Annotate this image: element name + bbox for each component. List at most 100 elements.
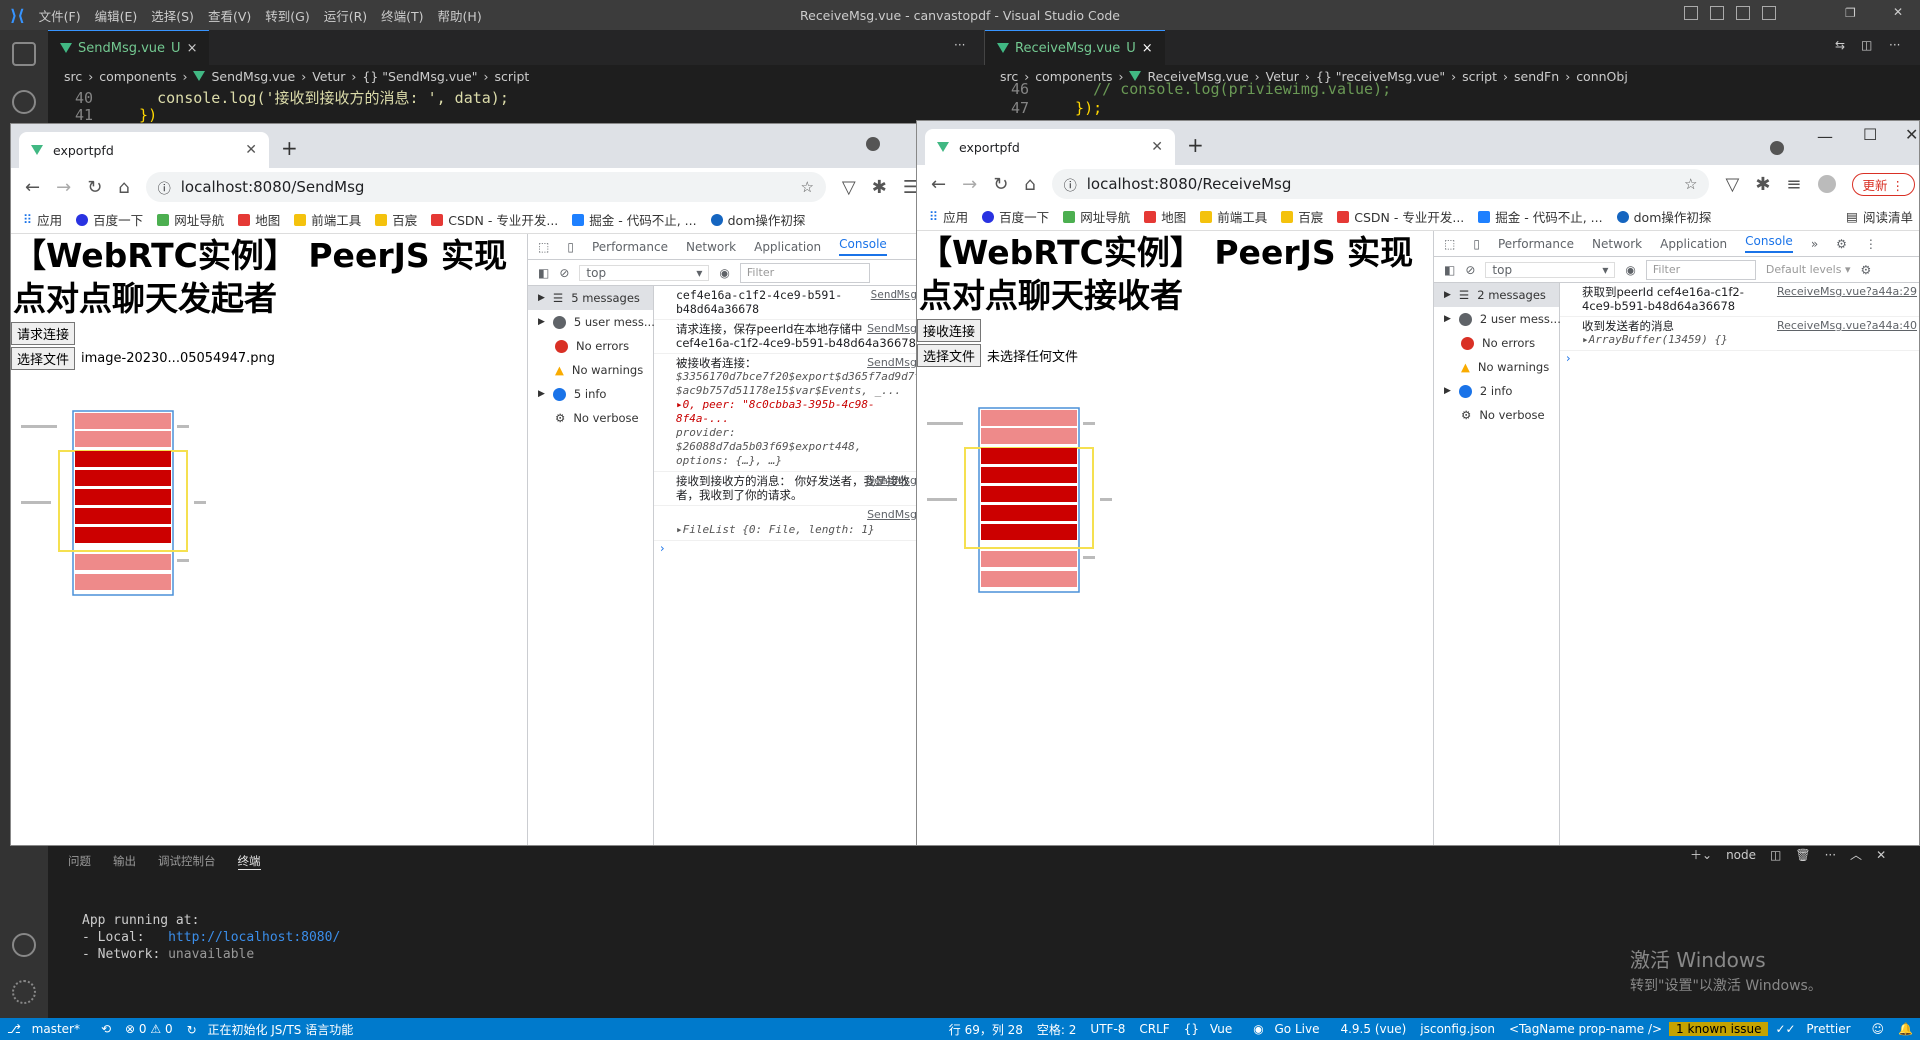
devtools-tab-console[interactable]: Console — [839, 237, 887, 256]
crumb[interactable]: src — [64, 69, 82, 84]
new-terminal-icon[interactable]: ＋⌄ — [1690, 846, 1712, 863]
sidebar-item-info[interactable]: ▶ 2 info — [1434, 379, 1559, 403]
minimize-icon[interactable]: — — [1817, 127, 1833, 146]
crumb[interactable]: script — [495, 69, 530, 84]
devtools-more-icon[interactable]: ⋮ — [1865, 237, 1877, 251]
bookmark-baidu[interactable]: 百度一下 — [76, 210, 143, 229]
devtools-tab-performance[interactable]: Performance — [1498, 237, 1574, 251]
inspect-element-icon[interactable]: ⬚ — [1444, 237, 1455, 251]
home-icon[interactable]: ⌂ — [118, 177, 129, 198]
terminal-shell-label[interactable]: node — [1726, 848, 1756, 862]
panel-tab-debug-console[interactable]: 调试控制台 — [158, 853, 216, 869]
reload-icon[interactable]: ↻ — [87, 177, 102, 198]
console-output[interactable]: cef4e16a-c1f2-4ce9-b591-b48d64a36678 Send… — [654, 286, 919, 845]
devtools-tab-console[interactable]: Console — [1745, 234, 1793, 253]
console-prompt-icon[interactable]: › — [654, 541, 919, 555]
menu-terminal[interactable]: 终端(T) — [381, 6, 423, 25]
bookmark-map[interactable]: 地图 — [238, 210, 280, 229]
explorer-icon[interactable] — [12, 42, 36, 66]
console-prompt-icon[interactable]: › — [1560, 351, 1919, 365]
menu-view[interactable]: 查看(V) — [208, 6, 251, 25]
menu-run[interactable]: 运行(R) — [324, 6, 367, 25]
sidebar-item-verbose[interactable]: ⚙ No verbose — [1434, 403, 1559, 427]
back-icon[interactable]: ← — [931, 174, 946, 195]
console-filter-input[interactable]: Filter — [1645, 259, 1756, 280]
log-levels-select[interactable]: Default levels ▾ — [1766, 263, 1851, 276]
filelist-preview[interactable]: ▸FileList {0: File, length: 1} — [676, 523, 875, 536]
menu-selection[interactable]: 选择(S) — [151, 6, 194, 25]
tab-search-icon[interactable] — [866, 137, 880, 151]
sidebar-item-messages[interactable]: ▶ ☰ 2 messages — [1434, 283, 1559, 307]
left-code-area[interactable]: 40 console.log('接收到接收方的消息: ', data); 41 … — [48, 87, 509, 125]
bookmark-nav[interactable]: 网址导航 — [1063, 207, 1130, 226]
extensions-puzzle-icon[interactable]: ✱ — [872, 177, 887, 198]
search-icon[interactable] — [12, 90, 36, 114]
bookmark-dom[interactable]: dom操作初探 — [1616, 207, 1711, 226]
devtools-tab-network[interactable]: Network — [686, 240, 736, 254]
maximize-icon[interactable]: ☐ — [1863, 125, 1877, 144]
source-link[interactable]: SendMsg — [867, 474, 917, 488]
close-tab-icon[interactable]: ✕ — [245, 142, 257, 158]
object-preview[interactable]: provider: $26088d7da5b03f69$export448, o… — [676, 426, 917, 468]
source-link[interactable]: SendMsg — [867, 356, 917, 370]
object-preview[interactable]: ▸0, peer: "8c0cbba3-395b-4c98-8f4a-... — [676, 398, 917, 426]
open-changes-icon[interactable]: ⇆ — [1835, 38, 1845, 52]
local-url-link[interactable]: http://localhost:8080/ — [168, 930, 340, 945]
source-link[interactable]: SendMsg — [867, 322, 917, 336]
tab-search-icon[interactable] — [1770, 141, 1784, 155]
menu-file[interactable]: 文件(F) — [39, 6, 81, 25]
site-info-icon[interactable]: ⓘ — [1064, 175, 1077, 194]
sidebar-item-verbose[interactable]: ⚙ No verbose — [528, 406, 653, 430]
bookmark-baidu[interactable]: 百度一下 — [982, 207, 1049, 226]
toggle-secondary-icon[interactable] — [1736, 6, 1750, 20]
devtools-tab-network[interactable]: Network — [1592, 237, 1642, 251]
sidebar-item-messages[interactable]: ▶ ☰ 5 messages — [528, 286, 653, 310]
arraybuffer-preview[interactable]: ▸ArrayBuffer(13459) {} — [1582, 333, 1917, 347]
crumb[interactable]: components — [99, 69, 176, 84]
branch-indicator[interactable]: ⎇ master* — [0, 1022, 94, 1036]
indentation[interactable]: 空格: 2 — [1030, 1021, 1084, 1038]
split-terminal-icon[interactable]: ◫ — [1770, 848, 1781, 862]
live-expression-eye-icon[interactable]: ◉ — [719, 266, 729, 280]
crumb[interactable]: sendFn — [1514, 69, 1559, 84]
sidebar-item-user-messages[interactable]: ▶ 2 user mess... — [1434, 307, 1561, 331]
update-button[interactable]: 更新 ⋮ — [1851, 172, 1915, 196]
bookmark-nav[interactable]: 网址导航 — [157, 210, 224, 229]
media-icon[interactable]: ≡ — [1786, 174, 1801, 195]
toggle-sidebar-icon[interactable] — [1684, 6, 1698, 20]
sidebar-toggle-icon[interactable]: ◧ — [538, 266, 549, 280]
source-link[interactable]: ReceiveMsg.vue?a44a:40 — [1777, 319, 1917, 333]
bookmark-juejin[interactable]: 掘金 - 代码不止, ... — [1478, 207, 1603, 226]
tagname-format[interactable]: <TagName prop-name /> — [1502, 1022, 1669, 1036]
go-live-button[interactable]: ◉ Go Live — [1246, 1022, 1333, 1036]
problems-indicator[interactable]: ⊗ 0 ⚠ 0 — [118, 1022, 180, 1036]
context-select[interactable]: top ▾ — [1485, 261, 1616, 278]
devtools-tab-application[interactable]: Application — [754, 240, 821, 254]
more-actions-icon[interactable]: ··· — [954, 38, 965, 52]
more-actions-icon[interactable]: ··· — [1889, 38, 1900, 52]
extensions-puzzle-icon[interactable]: ✱ — [1755, 174, 1770, 195]
accept-connect-button[interactable]: 接收连接 — [917, 319, 982, 342]
reading-list[interactable]: ▤ 阅读清单 — [1846, 207, 1919, 226]
close-tab-icon[interactable]: ✕ — [1151, 139, 1163, 155]
prettier-indicator[interactable]: ✓✓ Prettier — [1768, 1022, 1864, 1036]
toggle-panel-icon[interactable] — [1710, 6, 1724, 20]
close-window-icon[interactable]: ✕ — [1893, 5, 1903, 19]
ts-version[interactable]: 4.9.5 (vue) — [1333, 1022, 1413, 1036]
live-expression-eye-icon[interactable]: ◉ — [1625, 263, 1635, 277]
console-settings-icon[interactable]: ⚙ — [1861, 263, 1872, 277]
source-link[interactable]: ReceiveMsg.vue?a44a:29 — [1777, 285, 1917, 299]
feedback-icon[interactable]: ☺ — [1865, 1022, 1892, 1036]
forward-icon[interactable]: → — [56, 177, 71, 198]
crumb[interactable]: script — [1462, 69, 1497, 84]
bookmark-csdn[interactable]: CSDN - 专业开发... — [1337, 207, 1464, 226]
restore-window-icon[interactable]: ❐ — [1845, 6, 1856, 20]
tab-close-icon[interactable]: × — [1142, 41, 1153, 56]
bookmark-folder[interactable]: 百宸 — [1281, 207, 1323, 226]
device-toggle-icon[interactable]: ▯ — [1473, 237, 1480, 251]
bookmark-apps[interactable]: ⠿ 应用 — [929, 207, 968, 226]
sidebar-toggle-icon[interactable]: ◧ — [1444, 263, 1455, 277]
more-icon[interactable]: ··· — [1825, 848, 1836, 862]
tsconfig[interactable]: jsconfig.json — [1413, 1022, 1502, 1036]
sidebar-item-warnings[interactable]: ▲ No warnings — [1434, 355, 1559, 379]
